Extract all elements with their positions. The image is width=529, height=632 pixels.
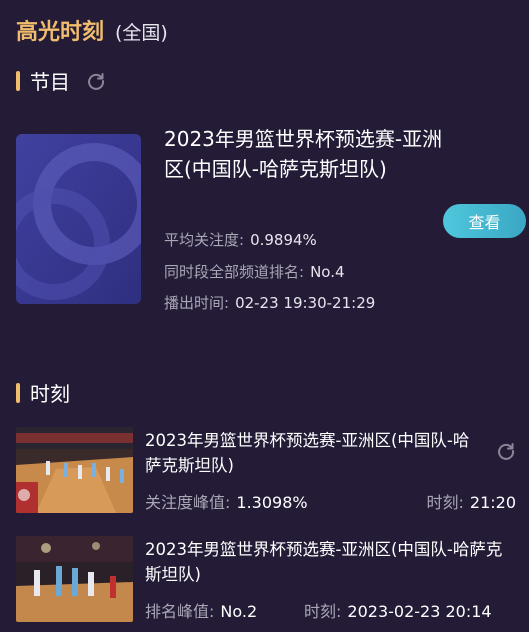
avg-attention: 平均关注度: 0.9894% <box>164 229 317 250</box>
section-accent-bar <box>16 382 20 403</box>
page-title-scope: (全国) <box>115 22 168 44</box>
peak-attention-label: 关注度峰值: <box>145 493 231 512</box>
moments-section-label: 时刻 <box>30 382 70 406</box>
avg-attention-label: 平均关注度: <box>164 231 245 249</box>
air-time-label: 播出时间: <box>164 294 230 312</box>
program-title[interactable]: 2023年男篮世界杯预选赛-亚洲区(中国队-哈萨克斯坦队) <box>164 124 444 184</box>
moment-time-label: 时刻: <box>426 493 464 512</box>
moment-time-label: 时刻: <box>304 602 342 621</box>
channel-rank: 同时段全部频道排名: No.4 <box>164 261 345 282</box>
moment-time-value: 2023-02-23 20:14 <box>347 602 492 621</box>
moment-title[interactable]: 2023年男篮世界杯预选赛-亚洲区(中国队-哈萨克斯坦队) <box>145 537 515 587</box>
moment-title[interactable]: 2023年男篮世界杯预选赛-亚洲区(中国队-哈萨克斯坦队) <box>145 428 485 478</box>
program-thumbnail[interactable] <box>16 134 141 304</box>
moment-peak-rank: 排名峰值: No.2 <box>145 598 257 622</box>
page-title-main: 高光时刻 <box>16 20 105 45</box>
air-time: 播出时间: 02-23 19:30-21:29 <box>164 292 375 313</box>
avg-attention-value: 0.9894% <box>250 231 317 249</box>
moment-time-value: 21:20 <box>469 493 516 512</box>
refresh-icon[interactable] <box>86 71 106 91</box>
moment-time: 时刻: 21:20 <box>426 489 516 513</box>
peak-rank-label: 排名峰值: <box>145 602 215 621</box>
moment-thumbnail[interactable] <box>16 427 133 513</box>
section-accent-bar <box>16 70 20 91</box>
channel-rank-value: No.4 <box>310 263 345 281</box>
moments-section-header: 时刻 <box>16 378 70 407</box>
peak-rank-value: No.2 <box>220 602 258 621</box>
program-section-label: 节目 <box>30 70 70 94</box>
program-section-header: 节目 <box>16 66 106 95</box>
moment-time: 时刻: 2023-02-23 20:14 <box>304 598 492 622</box>
page-title: 高光时刻 (全国) <box>16 14 168 46</box>
peak-attention-value: 1.3098% <box>236 493 308 512</box>
moment-peak-attention: 关注度峰值: 1.3098% <box>145 489 308 513</box>
moment-thumbnail[interactable] <box>16 536 133 622</box>
channel-rank-label: 同时段全部频道排名: <box>164 263 305 281</box>
view-button[interactable]: 查看 <box>443 204 526 238</box>
air-time-value: 02-23 19:30-21:29 <box>235 294 376 312</box>
refresh-icon[interactable] <box>496 441 516 461</box>
